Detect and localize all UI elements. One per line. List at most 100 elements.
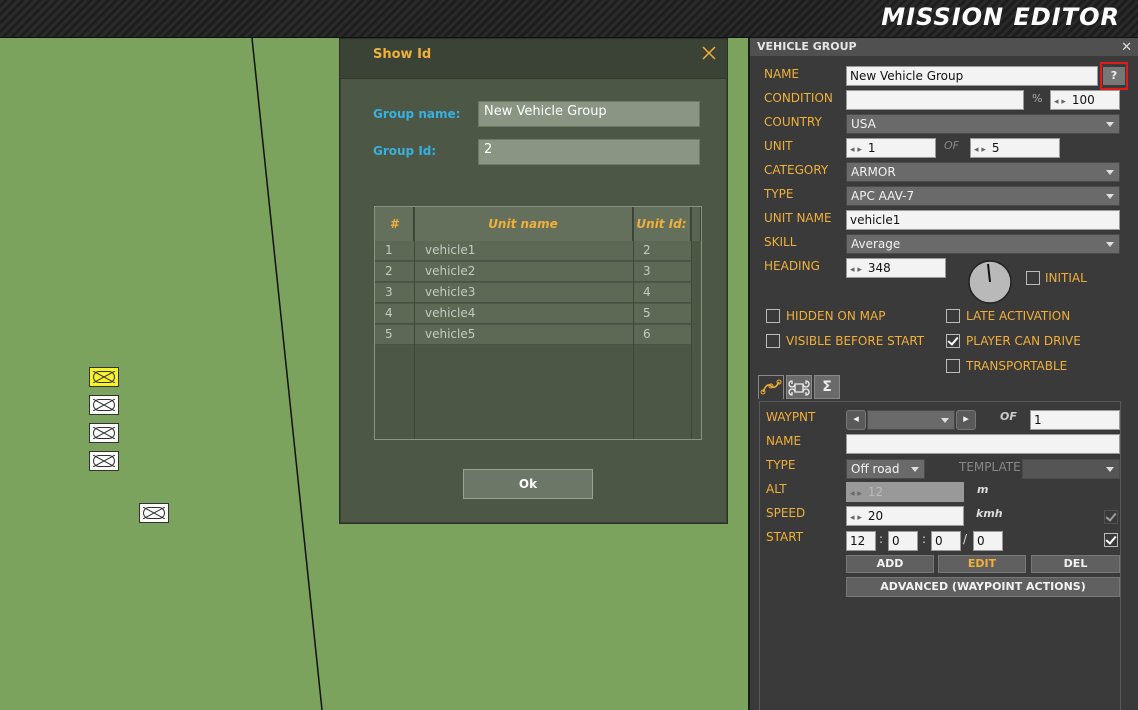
type-select[interactable]: APC AAV-7 bbox=[846, 186, 1120, 206]
category-select[interactable]: ARMOR bbox=[846, 162, 1120, 182]
unit-label: UNIT bbox=[764, 139, 793, 153]
cell-number: 1 bbox=[385, 243, 393, 257]
date-separator: / bbox=[963, 532, 968, 546]
armor-unit-icon bbox=[93, 399, 115, 411]
waypoint-type-value: Off road bbox=[851, 462, 900, 476]
unit-marker[interactable] bbox=[89, 395, 119, 415]
start-hours-input[interactable]: 12 bbox=[846, 531, 876, 551]
group-id-label: Group Id: bbox=[373, 144, 437, 158]
spin-arrows-icon: ◂ ▸ bbox=[1054, 97, 1066, 107]
visible-before-start-checkbox[interactable] bbox=[766, 334, 780, 348]
unit-marker[interactable] bbox=[139, 503, 169, 523]
chevron-down-icon bbox=[1106, 170, 1114, 175]
percent-sign: % bbox=[1032, 92, 1043, 105]
waypoint-total-input[interactable]: 1 bbox=[1030, 410, 1120, 430]
transportable-label: TRANSPORTABLE bbox=[966, 359, 1068, 373]
spin-arrows-icon: ◂ ▸ bbox=[850, 489, 862, 499]
table-row[interactable]: 3 vehicle3 4 bbox=[375, 283, 691, 303]
speed-label: SPEED bbox=[766, 506, 806, 520]
heading-spinner[interactable]: ◂ ▸ 348 bbox=[846, 258, 946, 278]
table-row[interactable]: 2 vehicle2 3 bbox=[375, 262, 691, 282]
cell-unit-id: 5 bbox=[643, 306, 651, 320]
condition-percent-spinner[interactable]: ◂ ▸ 100 bbox=[1050, 90, 1120, 110]
group-name-field[interactable]: New Vehicle Group bbox=[478, 101, 700, 127]
skill-value: Average bbox=[851, 237, 901, 251]
ok-button[interactable]: Ok bbox=[463, 469, 593, 499]
delete-waypoint-button[interactable]: DEL bbox=[1031, 555, 1120, 573]
armor-unit-icon bbox=[93, 427, 115, 439]
heading-dial[interactable] bbox=[968, 260, 1012, 304]
player-can-drive-label: PLAYER CAN DRIVE bbox=[966, 334, 1081, 348]
speed-locked-checkbox[interactable] bbox=[1104, 510, 1118, 524]
start-enabled-checkbox[interactable] bbox=[1104, 533, 1118, 547]
unit-marker[interactable] bbox=[89, 451, 119, 471]
initial-checkbox[interactable] bbox=[1026, 271, 1040, 285]
unit-of-label: OF bbox=[944, 139, 959, 152]
column-divider bbox=[633, 207, 634, 439]
template-select[interactable] bbox=[1022, 459, 1120, 479]
close-icon[interactable]: ✕ bbox=[1121, 40, 1132, 55]
next-waypoint-button[interactable]: ▸ bbox=[956, 410, 976, 430]
cell-number: 5 bbox=[385, 327, 393, 341]
panel-header: VEHICLE GROUP ✕ bbox=[750, 38, 1138, 56]
unit-marker[interactable] bbox=[89, 423, 119, 443]
prev-waypoint-button[interactable]: ◂ bbox=[846, 410, 866, 430]
player-can-drive-checkbox[interactable] bbox=[946, 334, 960, 348]
condition-label: CONDITION bbox=[764, 91, 833, 105]
tab-route[interactable] bbox=[758, 375, 784, 399]
condition-input[interactable] bbox=[846, 90, 1024, 110]
waypoint-type-select[interactable]: Off road bbox=[846, 459, 925, 479]
condition-percent-value: 100 bbox=[1071, 93, 1095, 107]
speed-spinner[interactable]: ◂ ▸ 20 bbox=[846, 506, 964, 526]
skill-select[interactable]: Average bbox=[846, 234, 1120, 254]
chevron-down-icon bbox=[1106, 467, 1114, 472]
vehicle-group-panel: VEHICLE GROUP ✕ NAME CONDITION COUNTRY U… bbox=[748, 38, 1138, 710]
country-select[interactable]: USA bbox=[846, 114, 1120, 134]
tab-triggers[interactable] bbox=[786, 375, 812, 399]
armor-unit-icon bbox=[93, 455, 115, 467]
table-row[interactable]: 1 vehicle1 2 bbox=[375, 241, 691, 261]
unit-spinner[interactable]: ◂ ▸ 1 bbox=[846, 138, 936, 158]
unit-marker-selected[interactable] bbox=[89, 367, 119, 387]
armor-unit-icon bbox=[143, 507, 165, 519]
start-seconds-input[interactable]: 0 bbox=[931, 531, 961, 551]
start-label: START bbox=[766, 530, 804, 544]
hidden-on-map-checkbox[interactable] bbox=[766, 309, 780, 323]
waypoint-type-label: TYPE bbox=[766, 458, 796, 472]
country-value: USA bbox=[851, 117, 876, 131]
help-button[interactable]: ? bbox=[1103, 67, 1125, 85]
unit-total-spinner[interactable]: ◂ ▸ 5 bbox=[970, 138, 1060, 158]
waypoint-select[interactable] bbox=[867, 410, 955, 430]
type-value: APC AAV-7 bbox=[851, 189, 915, 203]
scrollbar[interactable] bbox=[691, 207, 701, 241]
group-id-field[interactable]: 2 bbox=[478, 139, 700, 165]
tab-summary[interactable]: Σ bbox=[814, 375, 840, 399]
unit-name-label: UNIT NAME bbox=[764, 211, 832, 225]
column-divider bbox=[691, 207, 692, 439]
unit-name-input[interactable]: vehicle1 bbox=[846, 210, 1120, 230]
cell-unit-name: vehicle1 bbox=[425, 243, 476, 257]
edit-waypoint-button[interactable]: EDIT bbox=[938, 555, 1026, 573]
time-separator: : bbox=[922, 532, 927, 546]
panel-title: VEHICLE GROUP bbox=[757, 40, 857, 53]
category-label: CATEGORY bbox=[764, 163, 829, 177]
group-name-input[interactable]: New Vehicle Group bbox=[846, 66, 1098, 86]
cell-unit-id: 2 bbox=[643, 243, 651, 257]
table-row[interactable]: 4 vehicle4 5 bbox=[375, 304, 691, 324]
start-minutes-input[interactable]: 0 bbox=[888, 531, 918, 551]
transportable-checkbox[interactable] bbox=[946, 359, 960, 373]
cell-unit-id: 4 bbox=[643, 285, 651, 299]
dialog-title: Show Id bbox=[373, 47, 432, 62]
add-waypoint-button[interactable]: ADD bbox=[846, 555, 934, 573]
table-row[interactable]: 5 vehicle5 6 bbox=[375, 325, 691, 345]
alt-spinner[interactable]: ◂ ▸ 12 bbox=[846, 482, 964, 502]
cell-number: 2 bbox=[385, 264, 393, 278]
cell-unit-name: vehicle4 bbox=[425, 306, 476, 320]
late-activation-checkbox[interactable] bbox=[946, 309, 960, 323]
start-day-input[interactable]: 0 bbox=[973, 531, 1003, 551]
close-icon[interactable] bbox=[701, 45, 717, 61]
waypoint-name-input[interactable] bbox=[846, 434, 1120, 454]
advanced-waypoint-actions-button[interactable]: ADVANCED (WAYPOINT ACTIONS) bbox=[846, 577, 1120, 597]
heading-label: HEADING bbox=[764, 259, 820, 273]
waypnt-label: WAYPNT bbox=[766, 410, 816, 424]
